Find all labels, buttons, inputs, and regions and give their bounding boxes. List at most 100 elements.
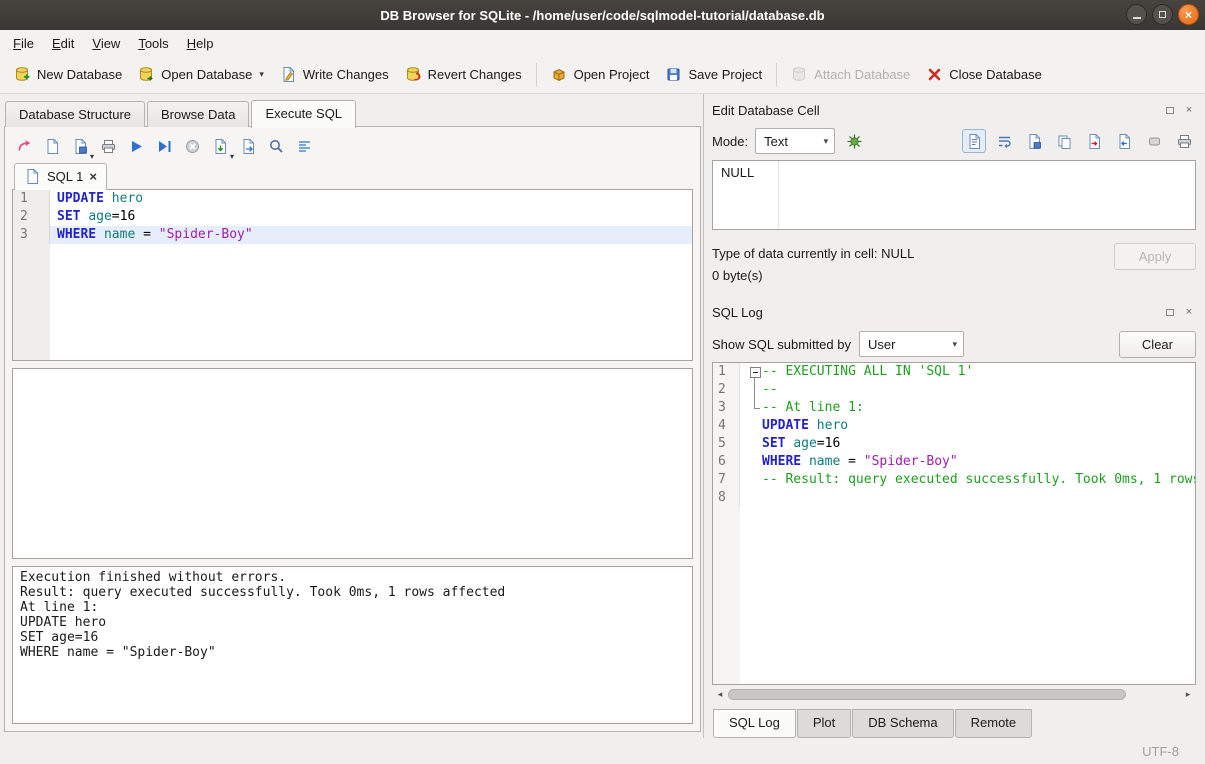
edit-cell-mode-row: Mode: Text ▾ (712, 122, 1196, 160)
scroll-right-icon[interactable]: ▸ (1180, 688, 1196, 701)
open-database-button[interactable]: Open Database▾ (130, 61, 272, 88)
line-number: 5 (713, 435, 740, 453)
float-panel-icon[interactable] (1163, 103, 1177, 117)
main-tabbar: Database StructureBrowse DataExecute SQL (4, 98, 701, 127)
log-line[interactable]: 7-- Result: query executed successfully.… (713, 471, 1195, 489)
auto-format-button[interactable] (292, 134, 316, 158)
tab-execute-sql[interactable]: Execute SQL (251, 100, 356, 128)
maximize-button[interactable] (1152, 4, 1173, 25)
cell-type-info: Type of data currently in cell: NULL (712, 243, 1114, 265)
write-changes-button[interactable]: Write Changes (272, 61, 397, 88)
fold-marker (747, 417, 762, 435)
editor-line[interactable]: 2SET age=16 (13, 208, 692, 226)
sql-editor[interactable]: 1UPDATE hero2SET age=163WHERE name = "Sp… (12, 189, 693, 361)
mode-settings-button[interactable] (842, 129, 866, 153)
copy-button[interactable] (1052, 129, 1076, 153)
execute-all-button[interactable] (124, 134, 148, 158)
close-panel-icon[interactable]: × (1182, 103, 1196, 117)
sql-log-area[interactable]: 1-- EXECUTING ALL IN 'SQL 1'2--3-- At li… (712, 362, 1196, 685)
left-pane: Database StructureBrowse DataExecute SQL… (0, 94, 704, 738)
log-line[interactable]: 1-- EXECUTING ALL IN 'SQL 1' (713, 363, 1195, 381)
code-text: UPDATE hero (740, 417, 1195, 435)
maximize-icon (1159, 11, 1166, 18)
set-null-button[interactable] (1142, 129, 1166, 153)
open-project-button[interactable]: Open Project (543, 61, 658, 88)
menu-file[interactable]: File (4, 33, 43, 54)
print-icon (100, 138, 117, 155)
log-line[interactable]: 8 (713, 489, 1195, 507)
log-line[interactable]: 5SET age=16 (713, 435, 1195, 453)
set-null-icon (1146, 133, 1163, 150)
write-changes-icon (280, 66, 297, 83)
log-line[interactable]: 3-- At line 1: (713, 399, 1195, 417)
print-button[interactable] (96, 134, 120, 158)
export-button[interactable] (1112, 129, 1136, 153)
filter-label: Show SQL submitted by (712, 337, 851, 352)
save-sql-file-button[interactable]: ▾ (68, 134, 92, 158)
log-hscrollbar[interactable]: ◂ ▸ (712, 687, 1196, 702)
minimize-button[interactable] (1126, 4, 1147, 25)
fold-marker (747, 399, 762, 417)
new-database-button[interactable]: New Database (6, 61, 130, 88)
print-button[interactable] (1172, 129, 1196, 153)
open-sql-file-button[interactable] (40, 134, 64, 158)
bottom-tab-remote[interactable]: Remote (955, 709, 1033, 738)
edit-cell-title: Edit Database Cell (712, 103, 1158, 118)
text-view-button[interactable] (962, 129, 986, 153)
save-results-button[interactable]: ▾ (208, 134, 232, 158)
cell-editor-body[interactable] (779, 161, 1195, 229)
float-panel-icon[interactable] (1163, 305, 1177, 319)
apply-button[interactable]: Apply (1114, 243, 1196, 270)
mode-combobox[interactable]: Text ▾ (755, 128, 835, 154)
menu-tools[interactable]: Tools (129, 33, 177, 54)
execute-current-line-button[interactable] (152, 134, 176, 158)
save-as-button[interactable] (1022, 129, 1046, 153)
new-sql-tab-button[interactable] (12, 134, 36, 158)
close-window-button[interactable]: × (1178, 4, 1199, 25)
line-number: 3 (13, 226, 50, 244)
open-in-new-tab-button[interactable] (236, 134, 260, 158)
tab-database-structure[interactable]: Database Structure (5, 101, 145, 127)
close-database-button[interactable]: Close Database (918, 61, 1050, 88)
scroll-left-icon[interactable]: ◂ (712, 688, 728, 701)
editor-line[interactable]: 1UPDATE hero (13, 190, 692, 208)
find-replace-button[interactable] (264, 134, 288, 158)
bottom-tab-plot[interactable]: Plot (797, 709, 851, 738)
sql-tab[interactable]: SQL 1 × (14, 163, 107, 190)
chevron-down-icon: ▾ (90, 152, 94, 161)
revert-changes-button[interactable]: Revert Changes (397, 61, 530, 88)
tab-browse-data[interactable]: Browse Data (147, 101, 249, 127)
close-tab-icon[interactable]: × (89, 169, 97, 184)
chevron-down-icon[interactable]: ▾ (259, 69, 264, 80)
bottom-tab-db-schema[interactable]: DB Schema (852, 709, 953, 738)
line-number: 6 (713, 453, 740, 471)
log-line[interactable]: 4UPDATE hero (713, 417, 1195, 435)
close-panel-icon[interactable]: × (1182, 305, 1196, 319)
cell-editor[interactable]: NULL (712, 160, 1196, 230)
statusbar: UTF-8 (0, 738, 1205, 764)
scrollbar-track[interactable] (728, 688, 1180, 701)
log-line[interactable]: 2-- (713, 381, 1195, 399)
code-text: SET age=16 (50, 208, 692, 226)
edit-cell-header: Edit Database Cell × (712, 98, 1196, 122)
code-text: -- Result: query executed successfully. … (740, 471, 1195, 489)
menu-edit[interactable]: Edit (43, 33, 83, 54)
results-grid[interactable] (12, 368, 693, 559)
scrollbar-handle[interactable] (728, 689, 1126, 700)
menu-view[interactable]: View (83, 33, 129, 54)
menu-help[interactable]: Help (178, 33, 223, 54)
clear-button[interactable]: Clear (1119, 331, 1196, 358)
stop-button[interactable] (180, 134, 204, 158)
attach-database-button[interactable]: Attach Database (783, 61, 918, 88)
editor-line[interactable]: 3WHERE name = "Spider-Boy" (13, 226, 692, 244)
bottom-tab-sql-log[interactable]: SQL Log (713, 709, 796, 738)
main-toolbar: New DatabaseOpen Database▾Write ChangesR… (0, 56, 1205, 94)
line-number: 2 (713, 381, 740, 399)
word-wrap-button[interactable] (992, 129, 1016, 153)
import-button[interactable] (1082, 129, 1106, 153)
line-number: 1 (713, 363, 740, 381)
log-line[interactable]: 6WHERE name = "Spider-Boy" (713, 453, 1195, 471)
submitter-combobox[interactable]: User ▾ (859, 331, 964, 357)
save-project-button[interactable]: Save Project (657, 61, 770, 88)
fold-collapse-icon[interactable] (747, 363, 762, 381)
